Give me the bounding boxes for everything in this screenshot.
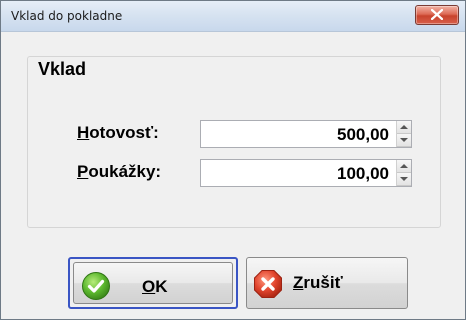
hotovost-spin-buttons xyxy=(396,121,411,147)
hotovost-label: Hotovosť: xyxy=(77,123,159,143)
arrow-down-icon xyxy=(400,177,408,181)
hotovost-spin-down[interactable] xyxy=(397,134,411,147)
poukazky-spin-buttons xyxy=(396,160,411,186)
arrow-up-icon xyxy=(400,164,408,168)
poukazky-value[interactable]: 100,00 xyxy=(337,164,389,184)
poukazky-label-text: oukážky: xyxy=(88,162,162,181)
close-icon xyxy=(254,270,282,298)
close-icon xyxy=(431,9,443,20)
window-title: Vklad do pokladne xyxy=(11,9,123,23)
poukazky-mnemonic: P xyxy=(77,162,89,181)
hotovost-spinbox[interactable]: 500,00 xyxy=(200,120,412,148)
poukazky-spin-down[interactable] xyxy=(397,173,411,186)
arrow-down-icon xyxy=(400,138,408,142)
cancel-label-text: rušiť xyxy=(303,273,343,292)
hotovost-label-text: otovosť: xyxy=(89,123,159,142)
cancel-mnemonic: Z xyxy=(293,273,304,292)
ok-button-face: OK xyxy=(73,262,233,304)
hotovost-spin-up[interactable] xyxy=(397,121,411,134)
poukazky-label: Poukážky: xyxy=(77,162,161,182)
group-title: Vklad xyxy=(35,59,90,80)
ok-mnemonic: O xyxy=(142,277,156,296)
window-close-button[interactable] xyxy=(415,5,459,25)
hotovost-value[interactable]: 500,00 xyxy=(337,125,389,145)
ok-label-text: K xyxy=(155,277,168,296)
check-icon xyxy=(82,272,110,300)
dialog-window: Vklad do pokladne Vklad Hotovosť: 500,00… xyxy=(0,0,466,320)
cancel-button[interactable]: Zrušiť xyxy=(246,257,408,309)
arrow-up-icon xyxy=(400,125,408,129)
poukazky-spin-up[interactable] xyxy=(397,160,411,173)
cancel-button-label: Zrušiť xyxy=(293,273,343,293)
poukazky-spinbox[interactable]: 100,00 xyxy=(200,159,412,187)
ok-button[interactable]: OK xyxy=(68,257,238,309)
title-bar[interactable]: Vklad do pokladne xyxy=(1,1,465,32)
hotovost-mnemonic: H xyxy=(77,123,90,142)
ok-button-label: OK xyxy=(142,277,168,297)
